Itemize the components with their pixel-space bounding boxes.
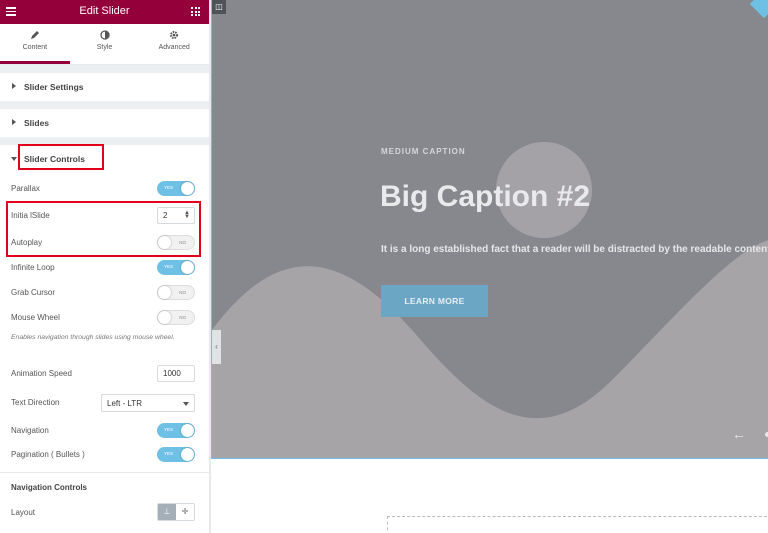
control-grab-cursor: Grab Cursor NO <box>0 283 209 303</box>
toggle-text: YES <box>164 451 174 456</box>
control-label: Parallax <box>11 184 40 193</box>
control-infinite-loop: Infinite Loop YES <box>0 258 209 278</box>
section-label: Slider Settings <box>24 82 84 92</box>
infinite-loop-toggle[interactable]: YES <box>157 260 195 275</box>
control-label: Mouse Wheel <box>11 313 60 322</box>
gear-icon <box>139 30 209 43</box>
control-animation-speed: Animation Speed 1000 <box>0 364 209 384</box>
contrast-icon <box>70 30 140 43</box>
control-label: Text Direction <box>11 398 60 407</box>
toggle-knob <box>181 261 194 274</box>
slider-controls-body: Parallax YES Initia lSlide 2 ▲ ▼ Autoplay… <box>0 173 209 533</box>
parallax-toggle[interactable]: YES <box>157 181 195 196</box>
toggle-knob <box>181 448 194 461</box>
control-label: Grab Cursor <box>11 288 56 297</box>
editor-panel: Edit Slider Content Style Advanced Slide… <box>0 0 209 533</box>
control-label: Animation Speed <box>11 369 72 378</box>
tab-advanced[interactable]: Advanced <box>139 24 209 64</box>
grab-cursor-toggle[interactable]: NO <box>157 285 195 300</box>
control-text-direction: Text Direction Left - LTR <box>0 393 209 413</box>
toggle-text: NO <box>179 315 186 320</box>
toggle-knob <box>181 182 194 195</box>
toggle-knob <box>181 424 194 437</box>
animation-speed-input[interactable]: 1000 <box>157 365 195 382</box>
chevron-down-icon <box>183 402 189 406</box>
navigation-toggle[interactable]: YES <box>157 423 195 438</box>
caret-right-icon <box>12 83 16 89</box>
caret-down-icon <box>11 157 17 161</box>
highlight-box <box>6 201 201 257</box>
page-preview: MEDIUM CAPTION Big Caption #2 It is a lo… <box>211 0 768 533</box>
mouse-wheel-description: Enables navigation through slides using … <box>11 334 175 341</box>
select-value: Left - LTR <box>107 399 142 408</box>
tab-content-label: Content <box>22 44 48 51</box>
control-pagination: Pagination ( Bullets ) YES <box>0 445 209 465</box>
collapse-panel-icon[interactable]: ‹ <box>212 330 221 364</box>
navigation-controls-heading: Navigation Controls <box>11 483 88 492</box>
control-navigation: Navigation YES <box>0 421 209 441</box>
toggle-knob <box>158 311 171 324</box>
toggle-text: YES <box>164 427 174 432</box>
layout-move-icon[interactable]: ✛ <box>176 504 194 520</box>
section-label: Slides <box>24 118 50 128</box>
arrow-left-icon[interactable]: ← <box>732 426 746 442</box>
widgets-grid-icon[interactable] <box>191 7 200 16</box>
control-layout: Layout ⊥ ✛ <box>0 503 209 523</box>
highlight-box <box>18 144 104 170</box>
panel-header: Edit Slider <box>0 0 209 24</box>
toggle-text: YES <box>164 264 174 269</box>
pagination-toggle[interactable]: YES <box>157 447 195 462</box>
caret-right-icon <box>12 119 16 125</box>
mouse-wheel-toggle[interactable]: NO <box>157 310 195 325</box>
toggle-text: NO <box>179 290 186 295</box>
panel-title: Edit Slider <box>79 5 130 17</box>
control-mouse-wheel: Mouse Wheel NO <box>0 308 209 328</box>
text-direction-select[interactable]: Left - LTR <box>101 394 195 412</box>
tab-style[interactable]: Style <box>70 24 140 64</box>
learn-more-button[interactable]: LEARN MORE <box>381 285 488 317</box>
section-slider-settings[interactable]: Slider Settings <box>0 73 209 101</box>
column-handle-icon[interactable]: ◫ <box>212 0 226 14</box>
control-parallax: Parallax YES <box>0 179 209 199</box>
layout-choices: ⊥ ✛ <box>157 503 195 521</box>
pencil-icon <box>0 30 70 43</box>
section-slides[interactable]: Slides <box>0 109 209 137</box>
control-label: Layout <box>11 508 36 517</box>
control-label: Pagination ( Bullets ) <box>11 450 85 459</box>
tab-content[interactable]: Content <box>0 24 70 64</box>
slide-canvas[interactable]: MEDIUM CAPTION Big Caption #2 It is a lo… <box>211 0 768 459</box>
control-label: Navigation <box>11 426 49 435</box>
layout-bottom-icon[interactable]: ⊥ <box>158 504 176 520</box>
empty-section-dropzone[interactable] <box>387 516 768 533</box>
big-caption: Big Caption #2 <box>380 180 591 213</box>
tab-style-label: Style <box>96 44 113 51</box>
toggle-knob <box>158 286 171 299</box>
medium-caption: MEDIUM CAPTION <box>381 147 466 156</box>
slide-background-shapes <box>212 142 768 458</box>
toggle-text: YES <box>164 185 174 190</box>
panel-tabs: Content Style Advanced <box>0 24 209 65</box>
control-label: Infinite Loop <box>11 263 55 272</box>
tab-advanced-label: Advanced <box>158 44 190 51</box>
slide-description: It is a long established fact that a rea… <box>381 244 768 255</box>
divider <box>0 472 209 473</box>
